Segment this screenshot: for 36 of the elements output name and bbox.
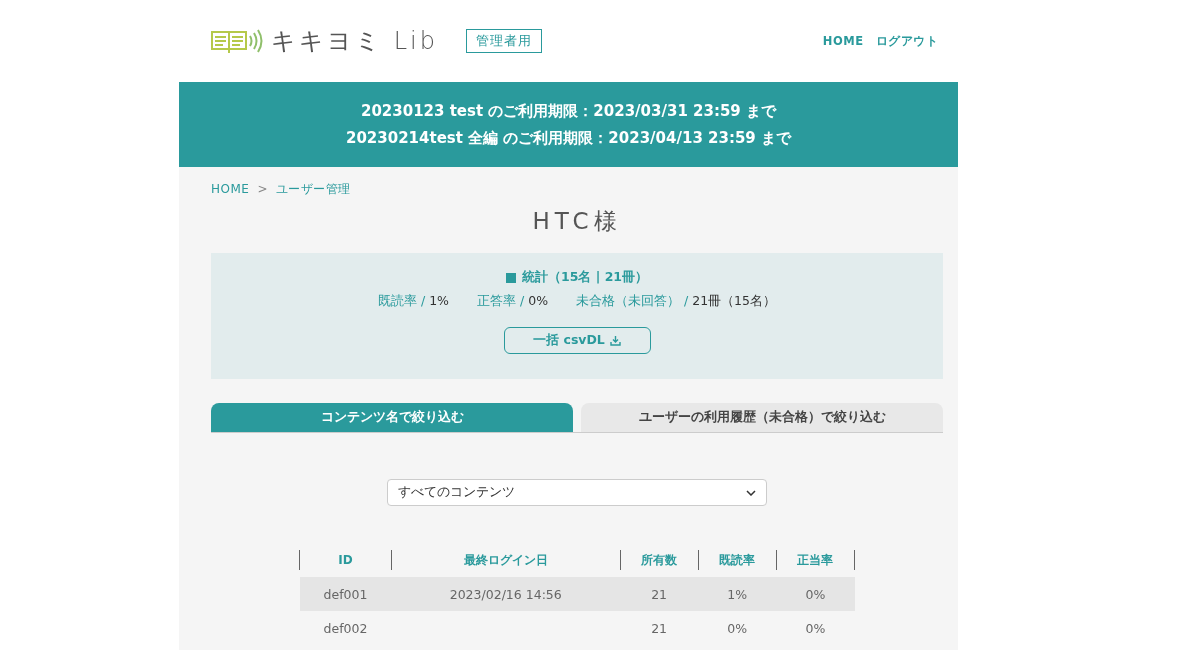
table-cell: def002 xyxy=(299,611,392,645)
column-header: 正当率 xyxy=(776,550,855,570)
breadcrumb-link[interactable]: ユーザー管理 xyxy=(275,181,351,198)
nav-link[interactable]: HOME xyxy=(822,33,864,49)
stats-heading: 統計（15名 | 21冊） xyxy=(521,269,649,286)
column-header: 最終ログイン日 xyxy=(391,550,620,570)
table-cell: 2023/02/16 14:56 xyxy=(391,577,620,611)
nav-link[interactable]: ログアウト xyxy=(875,33,938,49)
table-cell: 21 xyxy=(620,577,699,611)
breadcrumb-separator: > xyxy=(257,182,268,196)
filter-tab[interactable]: コンテンツ名で絞り込む xyxy=(211,403,573,432)
table-cell: 21 xyxy=(620,611,699,645)
admin-badge: 管理者用 xyxy=(465,29,542,53)
page-title: HTC様 xyxy=(531,207,623,236)
table-cell: 0% xyxy=(776,611,855,645)
expiry-notice: 20230123 test のご利用期限：2023/03/31 23:59 まで xyxy=(361,101,776,121)
download-icon xyxy=(609,335,621,346)
stat-item: 既読率 / 1% xyxy=(377,293,449,310)
column-header: 既読率 xyxy=(698,550,777,570)
table-cell: def001 xyxy=(299,577,392,611)
chevron-down-icon xyxy=(746,489,756,496)
table-cell: 1% xyxy=(698,577,777,611)
logo-text: キキヨミ Lib xyxy=(271,26,438,57)
stat-item: 未合格（未回答） / 21冊（15名） xyxy=(576,293,777,310)
expiry-notice: 20230214test 全編 のご利用期限：2023/04/13 23:59 まで xyxy=(346,128,791,148)
table-cell: 0% xyxy=(776,577,855,611)
book-logo-icon xyxy=(211,28,263,54)
stat-item: 正答率 / 0% xyxy=(477,293,549,310)
filter-tab[interactable]: ユーザーの利用履歴（未合格）で絞り込む xyxy=(581,403,943,432)
csv-download-button[interactable]: 一括 csvDL xyxy=(503,327,651,354)
square-icon xyxy=(505,272,516,283)
column-header: ID xyxy=(299,550,392,570)
content-select[interactable]: すべてのコンテンツ xyxy=(387,479,767,506)
table-cell: 0% xyxy=(698,611,777,645)
breadcrumb-link[interactable]: HOME xyxy=(211,182,250,196)
column-header: 所有数 xyxy=(620,550,699,570)
